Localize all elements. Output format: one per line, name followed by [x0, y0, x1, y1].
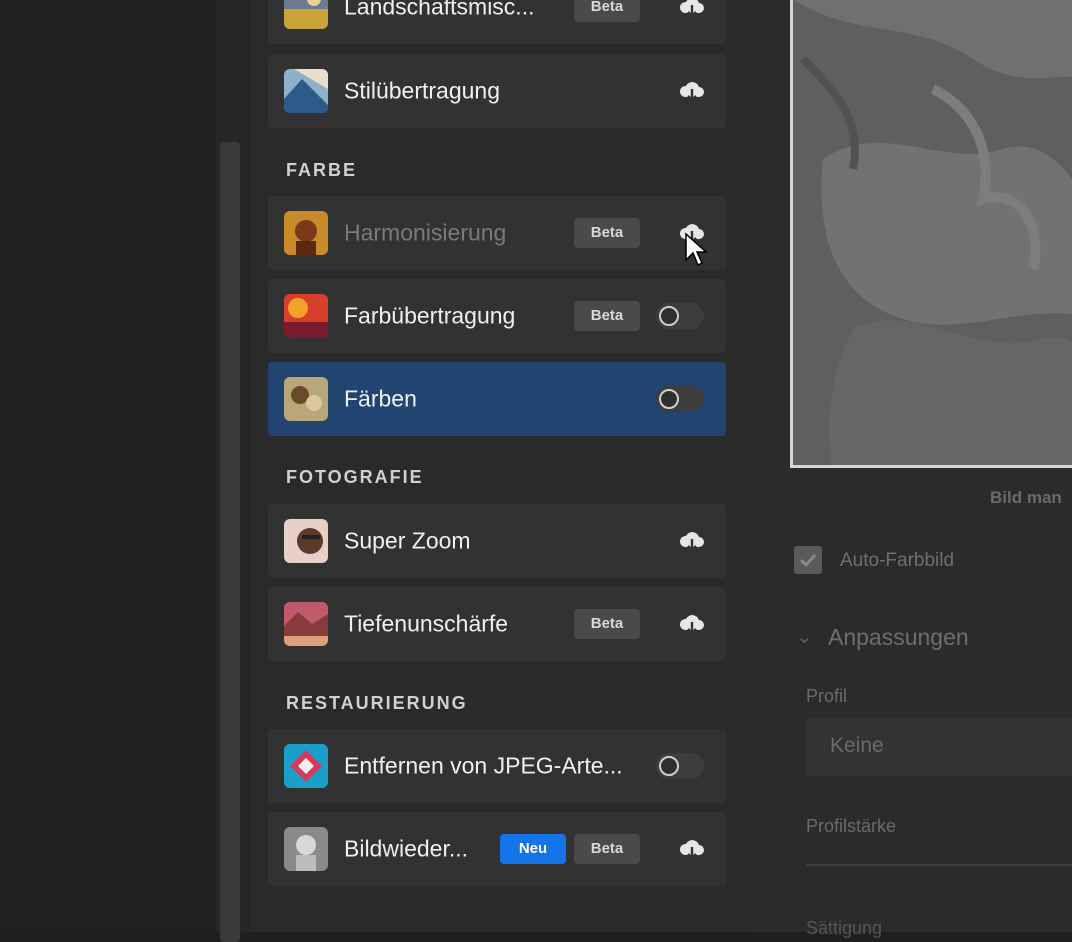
filter-toggle[interactable] — [656, 303, 704, 329]
jpeg-artifact-thumbnail — [284, 744, 328, 788]
filter-toggle[interactable] — [656, 753, 704, 779]
filter-colorize[interactable]: Färben — [268, 362, 726, 436]
checkmark-icon — [799, 553, 817, 568]
photo-restoration-thumbnail — [284, 827, 328, 871]
filter-label: Bildwieder... — [344, 835, 469, 862]
filter-label: Super Zoom — [344, 527, 471, 554]
beta-badge: Beta — [574, 218, 640, 248]
section-title-fotografie: FOTOGRAFIE — [286, 467, 424, 487]
cloud-download-icon[interactable] — [678, 837, 706, 861]
left-background — [0, 0, 216, 932]
filter-landscape-mixer[interactable]: Landschaftsmisc... Beta — [268, 0, 726, 44]
beta-badge: Beta — [574, 301, 640, 331]
filter-toggle[interactable] — [656, 386, 704, 412]
filter-label: Landschaftsmisc... — [344, 0, 535, 20]
new-badge: Neu — [500, 834, 566, 864]
landscape-mixer-thumbnail — [284, 0, 328, 29]
image-preview — [790, 0, 1072, 468]
color-transfer-thumbnail — [284, 294, 328, 338]
filter-depth-blur[interactable]: Tiefenunschärfe Beta — [268, 587, 726, 661]
cloud-download-icon[interactable] — [678, 612, 706, 636]
mouse-pointer-icon — [685, 232, 708, 267]
filter-photo-restoration[interactable]: Bildwieder... Neu Beta — [268, 812, 726, 886]
profile-strength-slider[interactable] — [806, 864, 1072, 866]
filter-jpeg-artifact-removal[interactable]: Entfernen von JPEG-Arte... — [268, 729, 726, 803]
filter-color-transfer[interactable]: Farbübertragung Beta — [268, 279, 726, 353]
filter-label: Farbübertragung — [344, 302, 516, 329]
beta-badge: Beta — [574, 834, 640, 864]
toggle-knob — [659, 756, 679, 776]
saturation-label: Sättigung — [806, 918, 883, 938]
profile-strength-label: Profilstärke — [806, 816, 897, 836]
filter-style-transfer[interactable]: Stilübertragung — [268, 54, 726, 128]
style-transfer-thumbnail — [284, 69, 328, 113]
harmonization-thumbnail — [284, 211, 328, 255]
preview-caption: Bild man — [990, 488, 1062, 507]
filter-label: Entfernen von JPEG-Arte... — [344, 752, 623, 779]
filter-super-zoom[interactable]: Super Zoom — [268, 504, 726, 578]
filter-label: Stilübertragung — [344, 77, 500, 104]
depth-blur-thumbnail — [284, 602, 328, 646]
beta-badge: Beta — [574, 0, 640, 22]
cloud-download-icon[interactable] — [678, 79, 706, 103]
chevron-down-icon[interactable]: ⌄ — [796, 624, 813, 649]
auto-color-checkbox[interactable] — [794, 546, 822, 574]
filter-label: Harmonisierung — [344, 219, 507, 246]
profile-dropdown[interactable]: Keine — [806, 718, 1072, 776]
cloud-download-icon[interactable] — [678, 0, 706, 19]
filter-label: Färben — [344, 385, 417, 412]
auto-color-label: Auto-Farbbild — [840, 550, 955, 571]
beta-badge: Beta — [574, 609, 640, 639]
cloud-download-icon[interactable] — [678, 529, 706, 553]
filter-harmonization[interactable]: Harmonisierung Beta — [268, 196, 726, 270]
profile-label: Profil — [806, 686, 848, 706]
adjustments-section-toggle[interactable]: Anpassungen — [828, 624, 969, 651]
scrollbar-thumb[interactable] — [220, 142, 240, 942]
colorize-thumbnail — [284, 377, 328, 421]
toggle-knob — [659, 306, 679, 326]
toggle-knob — [659, 389, 679, 409]
filter-label: Tiefenunschärfe — [344, 610, 509, 637]
section-title-farbe: FARBE — [286, 160, 358, 180]
profile-value: Keine — [830, 734, 884, 757]
section-title-restaurierung: RESTAURIERUNG — [286, 693, 468, 713]
super-zoom-thumbnail — [284, 519, 328, 563]
